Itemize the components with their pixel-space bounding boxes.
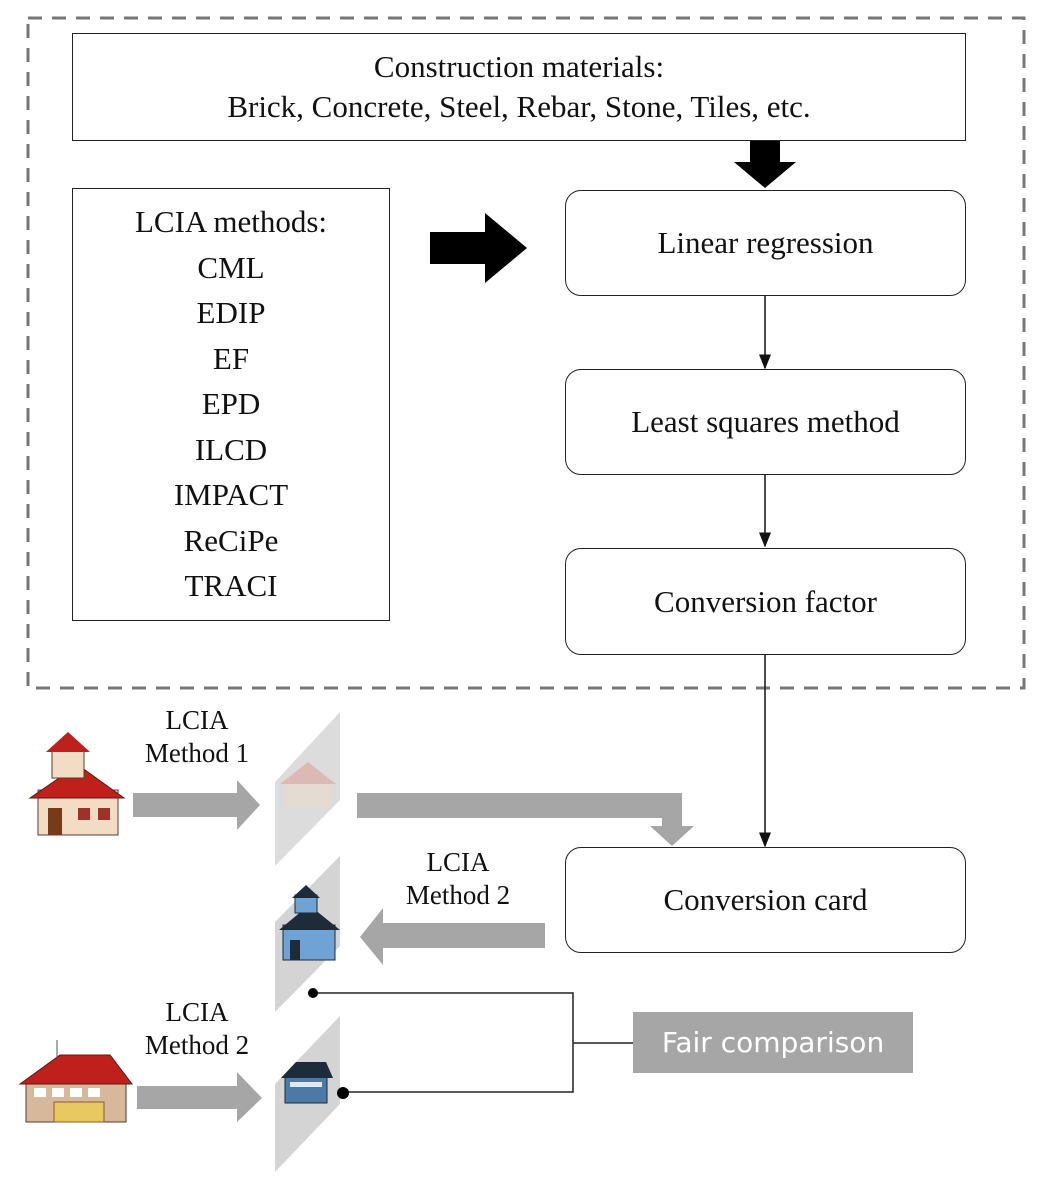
gray-arrow-3: [137, 1072, 262, 1122]
gray-arrow-1: [133, 780, 260, 830]
step-linear-regression: Linear regression: [565, 190, 966, 296]
lcia-methods-box: LCIA methods: CML EDIP EF EPD ILCD IMPAC…: [72, 188, 390, 621]
lcia-method-item: EF: [212, 340, 250, 376]
flow-label-line: LCIA: [426, 847, 490, 877]
house-icon-building: [18, 1040, 134, 1123]
lcia-methods-title: LCIA methods:: [134, 204, 328, 239]
materials-list: Brick, Concrete, Steel, Rebar, Stone, Ti…: [227, 89, 811, 124]
flow-label-line: Method 1: [144, 738, 250, 768]
lcia-method-item: CML: [197, 249, 265, 285]
lcia-method-item: ReCiPe: [183, 522, 279, 558]
flow-label-line: LCIA: [165, 997, 229, 1027]
materials-title: Construction materials:: [373, 49, 665, 84]
step-least-squares: Least squares method: [565, 369, 966, 475]
house-icon-red: [28, 732, 126, 836]
fair-comparison-label: Fair comparison: [633, 1012, 913, 1073]
house-icon-small-blue: [281, 1062, 333, 1104]
right-arrow-black: [430, 213, 527, 283]
step-conversion-card: Conversion card: [565, 847, 966, 953]
flow-label-1: LCIA Method 1: [117, 704, 277, 770]
flow-label-line: LCIA: [165, 705, 229, 735]
lcia-method-item: TRACI: [184, 568, 278, 603]
flow-label-line: Method 2: [144, 1030, 250, 1060]
dot: [308, 988, 318, 998]
step-conversion-factor: Conversion factor: [565, 548, 966, 655]
materials-box: Construction materials: Brick, Concrete,…: [72, 33, 966, 141]
flow-label-line: Method 2: [405, 880, 511, 910]
down-arrow-black: [734, 140, 796, 188]
dot: [337, 1087, 349, 1099]
flow-label-2: LCIA Method 2: [378, 846, 538, 912]
comparison-line: [313, 992, 574, 1093]
gray-bent-arrow: [357, 793, 694, 846]
lcia-method-item: IMPACT: [173, 477, 289, 512]
gray-arrow-left: [360, 908, 545, 965]
lcia-method-item: EPD: [201, 386, 261, 421]
lcia-method-item: ILCD: [194, 431, 268, 467]
flow-label-3: LCIA Method 2: [117, 996, 277, 1062]
diagram: Construction materials: Brick, Concrete,…: [0, 0, 1048, 1186]
lcia-method-item: EDIP: [196, 295, 266, 330]
